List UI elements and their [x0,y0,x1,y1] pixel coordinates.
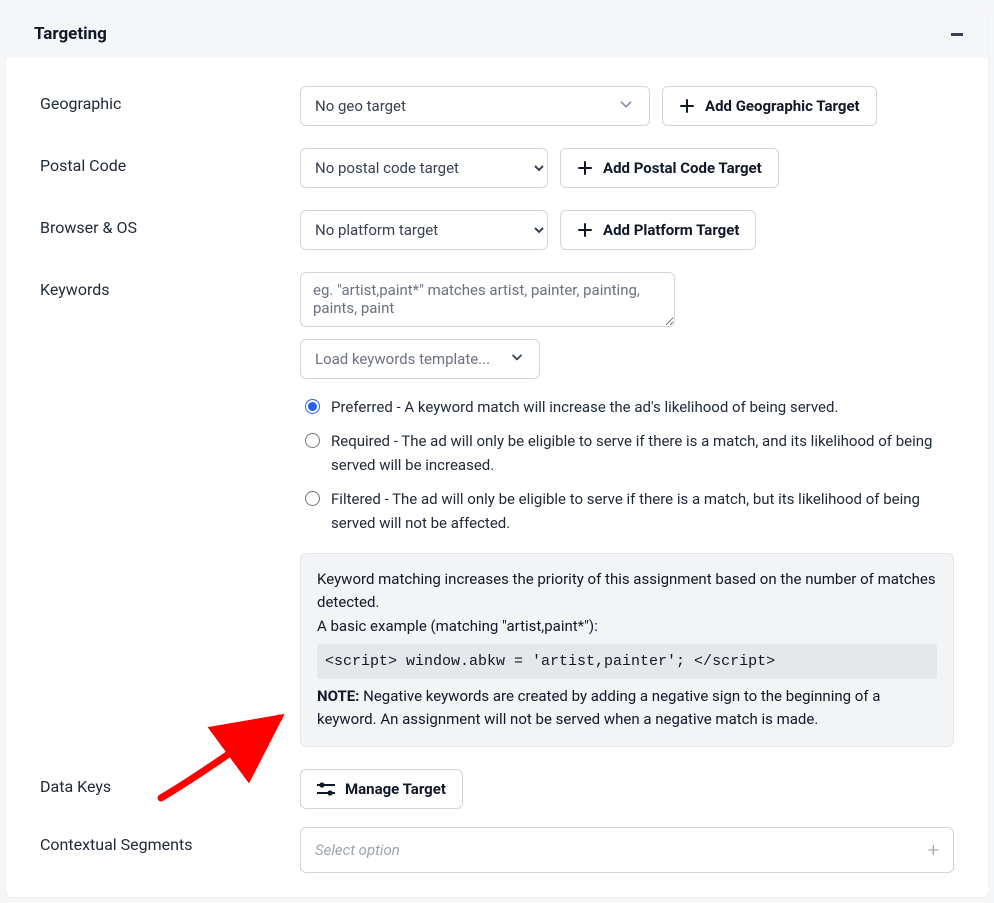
row-contextual-segments: Contextual Segments Select option + [40,827,954,873]
load-keywords-template-select[interactable]: Load keywords template... [300,339,540,379]
label-data-keys: Data Keys [40,769,300,796]
label-geographic: Geographic [40,86,300,113]
radio-preferred-text: Preferred - A keyword match will increas… [331,395,954,419]
panel-header: Targeting [6,6,988,58]
plus-icon [577,222,593,238]
add-geo-target-button[interactable]: Add Geographic Target [662,86,877,126]
add-postal-target-button[interactable]: Add Postal Code Target [560,148,779,188]
plus-icon [577,160,593,176]
add-platform-target-label: Add Platform Target [603,221,739,239]
panel-title: Targeting [34,24,107,44]
chevron-down-icon [617,95,635,117]
keywords-info-box: Keyword matching increases the priority … [300,553,954,747]
keyword-match-mode: Preferred - A keyword match will increas… [300,395,954,535]
add-platform-target-button[interactable]: Add Platform Target [560,210,756,250]
geo-select-value: No geo target [315,97,406,115]
load-keywords-template-text: Load keywords template... [315,350,490,368]
radio-preferred-input[interactable] [305,399,320,414]
radio-preferred[interactable]: Preferred - A keyword match will increas… [300,395,954,419]
label-keywords: Keywords [40,272,300,299]
panel-body: Geographic No geo target Add Geographic … [6,58,988,897]
geo-select[interactable]: No geo target [300,86,650,126]
row-keywords: Keywords Load keywords template... [40,272,954,747]
info-line-2: A basic example (matching "artist,paint*… [317,615,937,638]
info-note-text: Negative keywords are created by adding … [317,687,880,728]
manage-target-button[interactable]: Manage Target [300,769,463,809]
manage-target-label: Manage Target [345,780,446,798]
radio-filtered[interactable]: Filtered - The ad will only be eligible … [300,487,954,535]
info-note: NOTE: Negative keywords are created by a… [317,685,937,732]
radio-required-input[interactable] [305,433,320,448]
radio-filtered-text: Filtered - The ad will only be eligible … [331,487,954,535]
row-browser: Browser & OS No platform target Add Plat… [40,210,954,250]
radio-required-text: Required - The ad will only be eligible … [331,429,954,477]
add-postal-target-label: Add Postal Code Target [603,159,762,177]
label-contextual-segments: Contextual Segments [40,827,300,854]
targeting-panel: Targeting Geographic No geo target [6,6,988,897]
label-postal: Postal Code [40,148,300,175]
info-line-1: Keyword matching increases the priority … [317,568,937,615]
sliders-icon [317,782,335,796]
platform-select[interactable]: No platform target [300,210,548,250]
minus-icon [950,27,964,41]
row-data-keys: Data Keys Manage Target [40,769,954,809]
radio-required[interactable]: Required - The ad will only be eligible … [300,429,954,477]
plus-icon: + [928,838,939,862]
row-geographic: Geographic No geo target Add Geographic … [40,86,954,126]
row-postal: Postal Code No postal code target Add Po… [40,148,954,188]
collapse-button[interactable] [948,25,966,43]
info-note-label: NOTE: [317,687,359,705]
label-browser: Browser & OS [40,210,300,237]
contextual-segments-placeholder: Select option [315,841,400,859]
add-geo-target-label: Add Geographic Target [705,97,860,115]
radio-filtered-input[interactable] [305,491,320,506]
chevron-down-icon [509,349,525,369]
plus-icon [679,98,695,114]
contextual-segments-select[interactable]: Select option + [300,827,954,873]
keywords-input[interactable] [300,272,675,327]
info-code-example: <script> window.abkw = 'artist,painter';… [317,644,937,679]
postal-select[interactable]: No postal code target [300,148,548,188]
